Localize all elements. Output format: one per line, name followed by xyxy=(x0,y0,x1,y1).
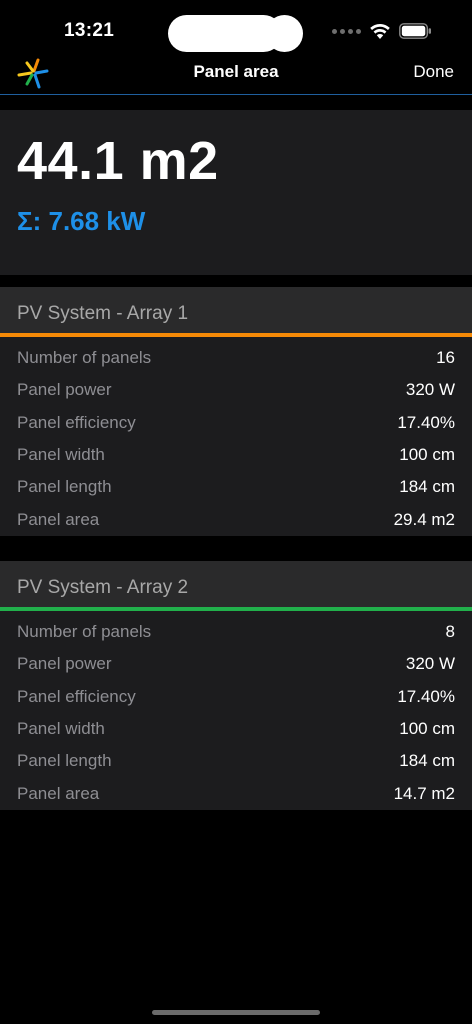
row-value: 8 xyxy=(445,622,455,642)
row-value: 14.7 m2 xyxy=(393,783,455,803)
row-value: 16 xyxy=(436,348,455,368)
status-icons xyxy=(332,22,432,40)
row-value: 184 cm xyxy=(399,477,455,497)
row-value: 17.40% xyxy=(397,412,455,432)
row-value: 29.4 m2 xyxy=(393,509,455,529)
row-label: Panel power xyxy=(17,380,112,400)
row-value: 320 W xyxy=(405,654,455,674)
row-label: Panel power xyxy=(17,654,112,674)
navigation-bar: Panel area Done xyxy=(0,56,472,95)
cellular-signal-icon xyxy=(332,28,361,34)
array-2-title: PV System - Array 2 xyxy=(17,577,189,598)
battery-icon xyxy=(399,23,431,39)
row-value: 100 cm xyxy=(399,445,455,465)
home-indicator[interactable] xyxy=(152,1010,320,1015)
row-label: Panel width xyxy=(17,445,105,465)
total-power-value: Σ: 7.68 kW xyxy=(17,206,146,236)
table-row: Number of panels 8 xyxy=(0,616,472,648)
row-label: Panel efficiency xyxy=(17,412,136,432)
summary-card: 44.1 m2 Σ: 7.68 kW xyxy=(0,110,472,275)
array-2-rows: Number of panels 8 Panel power 320 W Pan… xyxy=(0,611,472,810)
done-button[interactable]: Done xyxy=(413,62,454,82)
row-label: Panel length xyxy=(17,751,112,771)
array-2-section: PV System - Array 2 Number of panels 8 P… xyxy=(0,561,472,810)
table-row: Panel efficiency 17.40% xyxy=(0,681,472,713)
row-label: Number of panels xyxy=(17,622,152,642)
row-label: Panel area xyxy=(17,509,100,529)
status-time: 13:21 xyxy=(64,20,115,41)
page-title: Panel area xyxy=(193,62,279,81)
array-1-title: PV System - Array 1 xyxy=(17,303,189,324)
table-row: Panel area 14.7 m2 xyxy=(0,777,472,809)
table-row: Number of panels 16 xyxy=(0,342,472,374)
row-label: Panel width xyxy=(17,719,105,739)
total-area-value: 44.1 m2 xyxy=(17,131,219,191)
dynamic-island-camera xyxy=(266,15,303,52)
row-value: 320 W xyxy=(405,380,455,400)
status-bar: 13:21 xyxy=(0,0,472,56)
table-row: Panel width 100 cm xyxy=(0,713,472,745)
table-row: Panel length 184 cm xyxy=(0,471,472,503)
row-label: Number of panels xyxy=(17,348,152,368)
row-label: Panel area xyxy=(17,783,100,803)
row-value: 100 cm xyxy=(399,719,455,739)
array-2-accent-line xyxy=(0,607,472,611)
row-label: Panel length xyxy=(17,477,112,497)
table-row: Panel length 184 cm xyxy=(0,745,472,777)
table-row: Panel efficiency 17.40% xyxy=(0,407,472,439)
table-row: Panel area 29.4 m2 xyxy=(0,503,472,535)
array-1-rows: Number of panels 16 Panel power 320 W Pa… xyxy=(0,337,472,536)
row-label: Panel efficiency xyxy=(17,686,136,706)
array-2-header: PV System - Array 2 xyxy=(0,561,472,611)
array-1-header: PV System - Array 1 xyxy=(0,287,472,337)
table-row: Panel width 100 cm xyxy=(0,439,472,471)
wifi-icon xyxy=(370,23,390,39)
array-1-section: PV System - Array 1 Number of panels 16 … xyxy=(0,287,472,536)
table-row: Panel power 320 W xyxy=(0,374,472,406)
dynamic-island-pill xyxy=(168,15,282,52)
array-1-accent-line xyxy=(0,333,472,337)
table-row: Panel power 320 W xyxy=(0,648,472,680)
row-value: 17.40% xyxy=(397,686,455,706)
row-value: 184 cm xyxy=(399,751,455,771)
